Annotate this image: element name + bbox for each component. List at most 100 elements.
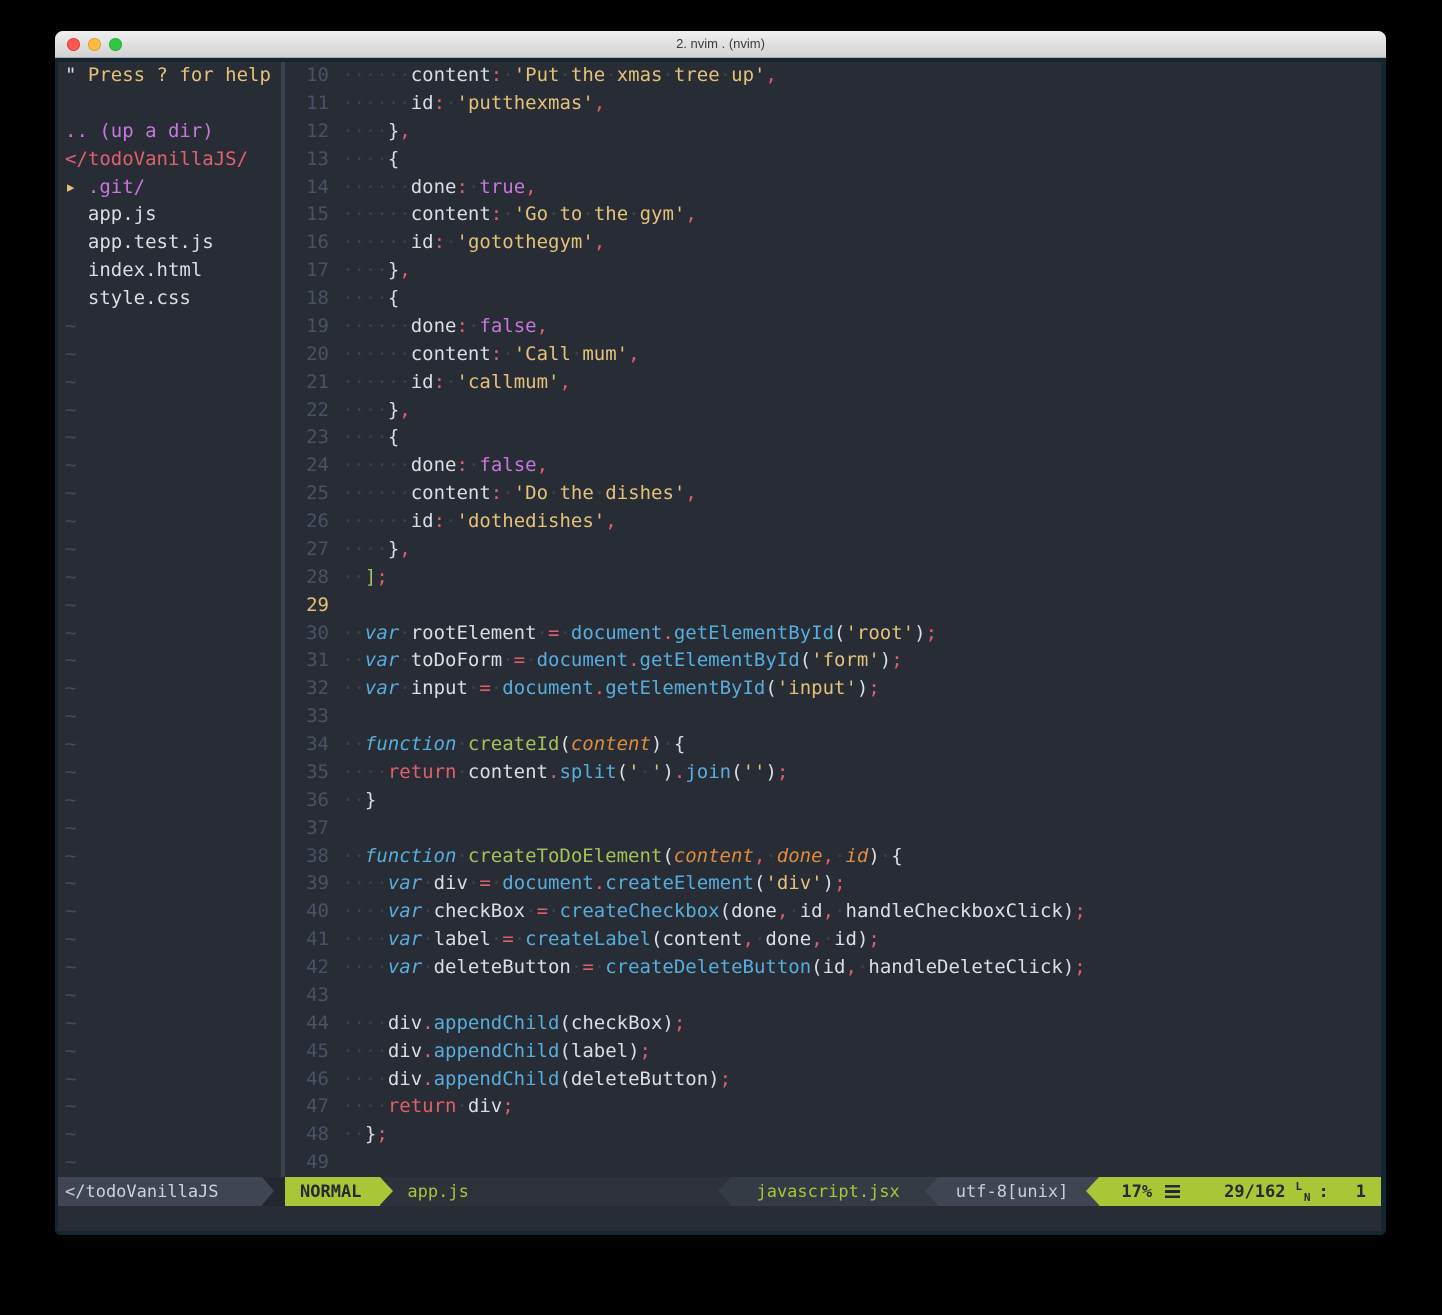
whitespace-dot: · <box>353 538 364 560</box>
whitespace-dot: · <box>365 482 376 504</box>
code-line-16[interactable]: 16······id:·'gotothegym', <box>285 229 1381 257</box>
statusline: </todoVanillaJS NORMAL app.js javascript… <box>58 1177 1381 1206</box>
whitespace-dot: · <box>388 176 399 198</box>
whitespace-dot: · <box>537 622 548 644</box>
whitespace-dot: · <box>788 900 799 922</box>
code-line-10[interactable]: 10······content:·'Put·the·xmas·tree·up', <box>285 62 1381 90</box>
whitespace-dot: · <box>365 928 376 950</box>
code-line-48[interactable]: 48··}; <box>285 1121 1381 1149</box>
whitespace-dot: · <box>353 120 364 142</box>
line-number: 43 <box>285 982 329 1010</box>
whitespace-dot: · <box>662 733 673 755</box>
whitespace-dot: · <box>353 845 364 867</box>
code-line-17[interactable]: 17····}, <box>285 257 1381 285</box>
code-line-42[interactable]: 42····var·deleteButton·=·createDeleteBut… <box>285 954 1381 982</box>
whitespace-dot: · <box>365 900 376 922</box>
tree-item-up-dir[interactable]: .. (up a dir) <box>65 118 281 146</box>
empty-buffer-tilde: ~ <box>65 1093 281 1121</box>
whitespace-dot: · <box>823 928 834 950</box>
tree-item-index-html[interactable]: index.html <box>65 257 281 285</box>
code-line-47[interactable]: 47····return·div; <box>285 1093 1381 1121</box>
whitespace-dot: · <box>353 510 364 532</box>
code-line-40[interactable]: 40····var·checkBox·=·createCheckbox(done… <box>285 898 1381 926</box>
code-line-41[interactable]: 41····var·label·=·createLabel(content,·d… <box>285 926 1381 954</box>
whitespace-dot: · <box>502 649 513 671</box>
code-line-31[interactable]: 31··var·toDoForm·=·document.getElementBy… <box>285 647 1381 675</box>
window-titlebar[interactable]: 2. nvim . (nvim) <box>55 31 1386 58</box>
code-line-37[interactable]: 37 <box>285 815 1381 843</box>
code-line-45[interactable]: 45····div.appendChild(label); <box>285 1038 1381 1066</box>
whitespace-dot: · <box>365 761 376 783</box>
code-line-28[interactable]: 28··]; <box>285 564 1381 592</box>
code-line-30[interactable]: 30··var·rootElement·=·document.getElemen… <box>285 620 1381 648</box>
line-number: 10 <box>285 62 329 90</box>
whitespace-dot: · <box>342 900 353 922</box>
code-line-24[interactable]: 24······done:·false, <box>285 452 1381 480</box>
tree-item-git-dir[interactable]: ▸ .git/ <box>65 174 281 202</box>
code-line-36[interactable]: 36··} <box>285 787 1381 815</box>
code-line-49[interactable]: 49 <box>285 1149 1381 1177</box>
code-line-14[interactable]: 14······done:·true, <box>285 174 1381 202</box>
whitespace-dot: · <box>399 371 410 393</box>
tree-item-app-js[interactable]: app.js <box>65 201 281 229</box>
whitespace-dot: · <box>376 482 387 504</box>
code-line-33[interactable]: 33 <box>285 703 1381 731</box>
whitespace-dot: · <box>548 482 559 504</box>
code-line-22[interactable]: 22····}, <box>285 397 1381 425</box>
tree-item-app-test-js[interactable]: app.test.js <box>65 229 281 257</box>
code-line-18[interactable]: 18····{ <box>285 285 1381 313</box>
whitespace-dot: · <box>353 956 364 978</box>
whitespace-dot: · <box>353 1040 364 1062</box>
code-line-29[interactable]: 29 <box>285 592 1381 620</box>
code-line-25[interactable]: 25······content:·'Do·the·dishes', <box>285 480 1381 508</box>
whitespace-dot: · <box>571 956 582 978</box>
vim-command-line[interactable] <box>58 1206 1381 1231</box>
whitespace-dot: · <box>353 426 364 448</box>
editor-buffer[interactable]: 10······content:·'Put·the·xmas·tree·up',… <box>285 62 1381 1177</box>
whitespace-dot: · <box>353 259 364 281</box>
code-line-20[interactable]: 20······content:·'Call·mum', <box>285 341 1381 369</box>
empty-buffer-tilde: ~ <box>65 843 281 871</box>
code-line-23[interactable]: 23····{ <box>285 424 1381 452</box>
code-line-46[interactable]: 46····div.appendChild(deleteButton); <box>285 1066 1381 1094</box>
code-line-19[interactable]: 19······done:·false, <box>285 313 1381 341</box>
whitespace-dot: · <box>445 92 456 114</box>
code-line-12[interactable]: 12····}, <box>285 118 1381 146</box>
code-line-13[interactable]: 13····{ <box>285 146 1381 174</box>
line-number: 36 <box>285 787 329 815</box>
empty-buffer-tilde: ~ <box>65 926 281 954</box>
code-line-11[interactable]: 11······id:·'putthexmas', <box>285 90 1381 118</box>
code-line-35[interactable]: 35····return·content.split('·').join('')… <box>285 759 1381 787</box>
whitespace-dot: · <box>365 259 376 281</box>
code-line-43[interactable]: 43 <box>285 982 1381 1010</box>
whitespace-dot: · <box>376 510 387 532</box>
code-line-39[interactable]: 39····var·div·=·document.createElement('… <box>285 870 1381 898</box>
whitespace-dot: · <box>376 371 387 393</box>
whitespace-dot: · <box>353 399 364 421</box>
code-line-44[interactable]: 44····div.appendChild(checkBox); <box>285 1010 1381 1038</box>
code-line-38[interactable]: 38··function·createToDoElement(content,·… <box>285 843 1381 871</box>
code-line-15[interactable]: 15······content:·'Go·to·the·gym', <box>285 201 1381 229</box>
code-line-21[interactable]: 21······id:·'callmum', <box>285 369 1381 397</box>
whitespace-dot: · <box>399 454 410 476</box>
whitespace-dot: · <box>365 315 376 337</box>
whitespace-dot: · <box>422 956 433 978</box>
line-number: 45 <box>285 1038 329 1066</box>
whitespace-dot: · <box>754 928 765 950</box>
whitespace-dot: · <box>353 231 364 253</box>
empty-buffer-tilde: ~ <box>65 536 281 564</box>
tree-root[interactable]: </todoVanillaJS/ <box>65 146 281 174</box>
whitespace-dot: · <box>376 1095 387 1117</box>
line-number: 46 <box>285 1066 329 1094</box>
code-line-32[interactable]: 32··var·input·=·document.getElementById(… <box>285 675 1381 703</box>
whitespace-dot: · <box>342 1040 353 1062</box>
line-number: 48 <box>285 1121 329 1149</box>
whitespace-dot: · <box>365 148 376 170</box>
tree-item-style-css[interactable]: style.css <box>65 285 281 313</box>
filetype-segment: javascript.jsx <box>731 1177 924 1206</box>
code-line-26[interactable]: 26······id:·'dothedishes', <box>285 508 1381 536</box>
whitespace-dot: · <box>342 64 353 86</box>
code-line-27[interactable]: 27····}, <box>285 536 1381 564</box>
empty-buffer-tilde: ~ <box>65 452 281 480</box>
code-line-34[interactable]: 34··function·createId(content)·{ <box>285 731 1381 759</box>
